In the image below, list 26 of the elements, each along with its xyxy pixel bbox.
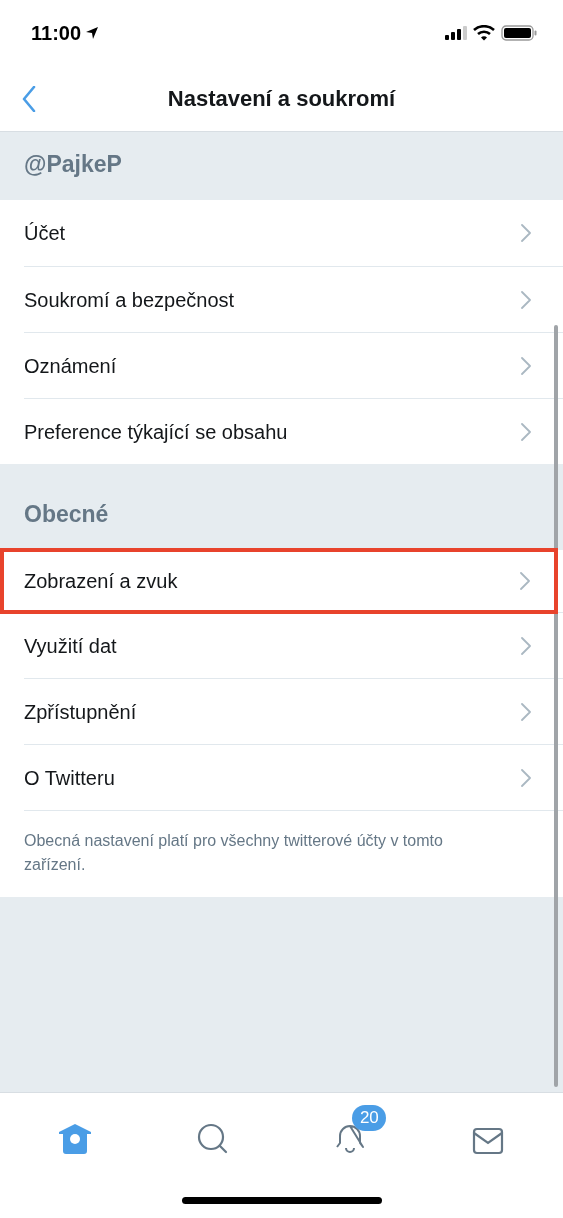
chevron-right-icon xyxy=(521,224,531,242)
mail-icon xyxy=(472,1127,505,1155)
section-header: @PajkeP xyxy=(24,149,122,179)
footer-note: Obecná nastavení platí pro všechny twitterové účty v tomto zařízení. xyxy=(24,831,444,875)
battery-icon xyxy=(501,25,537,41)
search-icon xyxy=(196,1123,229,1155)
back-chevron-icon xyxy=(22,86,36,112)
screen-title: Nastavení a soukromí xyxy=(167,85,396,113)
chevron-right-icon xyxy=(521,636,531,655)
chevron-right-icon xyxy=(521,356,531,375)
wifi-icon xyxy=(473,25,495,41)
clock-time: 11:00 xyxy=(31,21,82,46)
bell-icon xyxy=(334,1123,367,1155)
settings-row[interactable]: Zobrazení a zvuk xyxy=(0,548,558,614)
chevron-right-icon xyxy=(521,422,531,441)
settings-row[interactable]: Soukromí a bezpečnost xyxy=(24,266,563,332)
settings-row[interactable]: Účet xyxy=(24,200,563,266)
chevron-right-icon xyxy=(521,290,531,309)
section-header: Obecné xyxy=(24,499,109,529)
notification-badge: 20 xyxy=(352,1105,387,1131)
location-arrow-icon xyxy=(85,26,100,40)
chevron-right-icon xyxy=(521,768,531,787)
home-icon xyxy=(57,1123,92,1155)
chevron-right-icon xyxy=(520,572,530,590)
chevron-right-icon xyxy=(521,702,531,721)
signal-icon xyxy=(445,26,467,40)
